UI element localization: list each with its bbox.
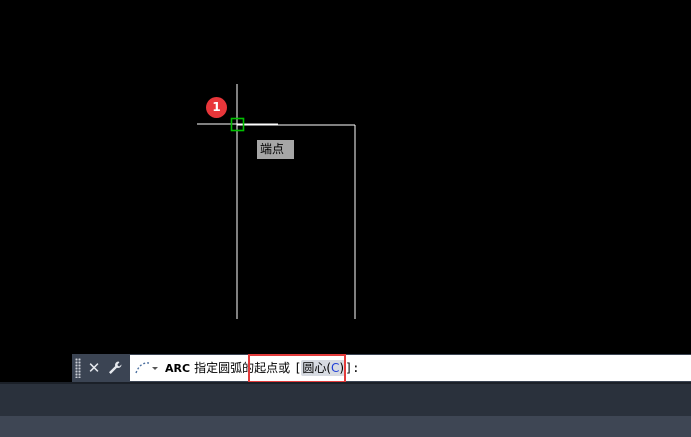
options-end: ]: <box>345 361 360 375</box>
command-line-bar: ✕ ARC 指定圆弧的起点或 [圆心(C)]: <box>72 354 691 383</box>
status-divider <box>0 382 691 384</box>
drawing-canvas[interactable]: 1 端点 <box>0 0 691 354</box>
drag-handle-icon[interactable] <box>75 358 81 378</box>
drawing-svg <box>197 84 356 319</box>
close-icon[interactable]: ✕ <box>85 358 103 378</box>
command-name: ARC <box>165 362 191 375</box>
command-input[interactable]: ARC 指定圆弧的起点或 [圆心(C)]: <box>130 354 691 383</box>
status-bar-lower <box>0 416 691 437</box>
step-badge: 1 <box>206 97 227 118</box>
snap-tooltip: 端点 <box>257 140 294 159</box>
recent-commands-icon[interactable] <box>133 358 161 378</box>
wrench-icon[interactable] <box>106 358 124 378</box>
status-bar-upper <box>0 382 691 416</box>
prompt-highlight-box <box>248 354 346 383</box>
